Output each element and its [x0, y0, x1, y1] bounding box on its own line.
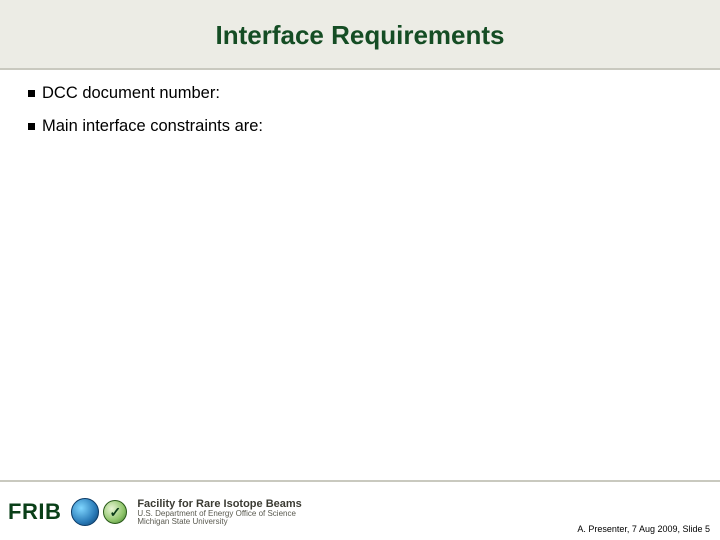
- footer-rule: [0, 480, 720, 482]
- list-item: Main interface constraints are:: [28, 117, 692, 136]
- globe-icon: [71, 498, 99, 526]
- frib-logo: FRIB: [8, 499, 61, 525]
- checkmark-icon: ✓: [103, 500, 127, 524]
- bullet-text: DCC document number:: [42, 84, 220, 103]
- org-text: Facility for Rare Isotope Beams U.S. Dep…: [137, 499, 301, 526]
- page-title: Interface Requirements: [0, 20, 720, 51]
- bullet-square-icon: [28, 123, 35, 130]
- bullet-square-icon: [28, 90, 35, 97]
- logo-block: FRIB ✓ Facility for Rare Isotope Beams U…: [8, 498, 302, 526]
- bullet-text: Main interface constraints are:: [42, 117, 263, 136]
- bullet-list: DCC document number: Main interface cons…: [28, 84, 692, 150]
- org-main: Facility for Rare Isotope Beams: [137, 499, 301, 510]
- icon-cluster: ✓: [71, 498, 127, 526]
- footer: FRIB ✓ Facility for Rare Isotope Beams U…: [0, 480, 720, 540]
- list-item: DCC document number:: [28, 84, 692, 103]
- org-sub-2: Michigan State University: [137, 518, 301, 526]
- header-rule: [0, 68, 720, 70]
- footer-meta: A. Presenter, 7 Aug 2009, Slide 5: [577, 524, 710, 534]
